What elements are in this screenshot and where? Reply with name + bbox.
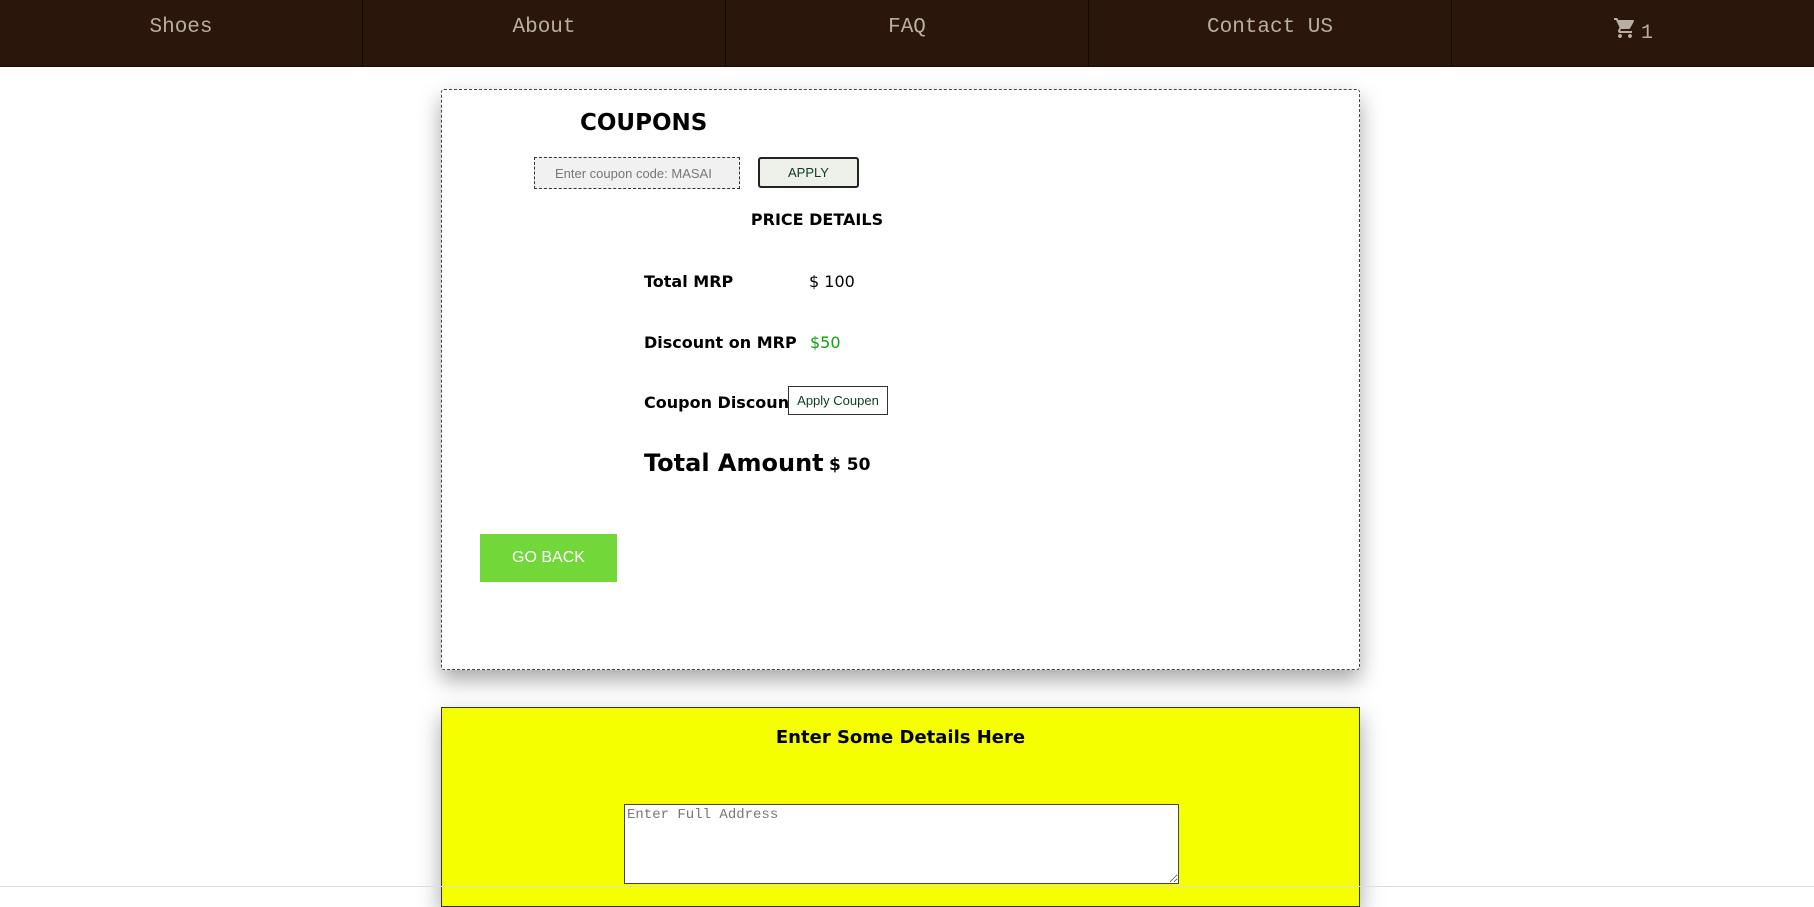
coupon-code-input[interactable]	[534, 157, 740, 189]
cart-count-badge: 1	[1640, 22, 1653, 45]
nav-item-label: About	[512, 16, 576, 39]
nav-item-label: Contact US	[1206, 16, 1334, 39]
details-title: Enter Some Details Here	[775, 727, 1026, 748]
coupon-discount-label: Coupon Discount	[644, 393, 797, 412]
total-amount-label: Total Amount	[644, 449, 824, 477]
go-back-button[interactable]: GO BACK	[480, 534, 617, 582]
nav-item-contact-us[interactable]: Contact US	[1089, 0, 1452, 66]
apply-coupen-button[interactable]: Apply Coupen	[788, 386, 888, 415]
cart-icon	[1613, 18, 1634, 38]
nav-item-label: Shoes	[149, 16, 213, 39]
discount-value: $50	[810, 333, 841, 352]
full-address-input[interactable]	[624, 804, 1179, 884]
nav-item-about[interactable]: About	[363, 0, 726, 66]
coupons-title: COUPONS	[580, 110, 708, 136]
checkout-card: COUPONS APPLY PRICE DETAILS Total MRP $ …	[441, 89, 1360, 670]
divider	[0, 886, 1814, 887]
cart-link[interactable]: 1	[1613, 16, 1653, 45]
nav-item-shoes[interactable]: Shoes	[0, 0, 363, 66]
nav-item-faq[interactable]: FAQ	[726, 0, 1089, 66]
total-mrp-label: Total MRP	[644, 272, 734, 291]
price-details-title: PRICE DETAILS	[750, 210, 884, 229]
discount-label: Discount on MRP	[644, 333, 797, 352]
top-nav: Shoes About FAQ Contact US 1	[0, 0, 1814, 67]
apply-coupon-button[interactable]: APPLY	[758, 157, 859, 188]
total-mrp-value: $ 100	[809, 272, 855, 291]
details-form: Enter Some Details Here	[441, 707, 1360, 907]
nav-item-cart[interactable]: 1	[1452, 0, 1814, 66]
nav-item-label: FAQ	[888, 16, 926, 39]
total-amount-value: $ 50	[829, 455, 871, 475]
